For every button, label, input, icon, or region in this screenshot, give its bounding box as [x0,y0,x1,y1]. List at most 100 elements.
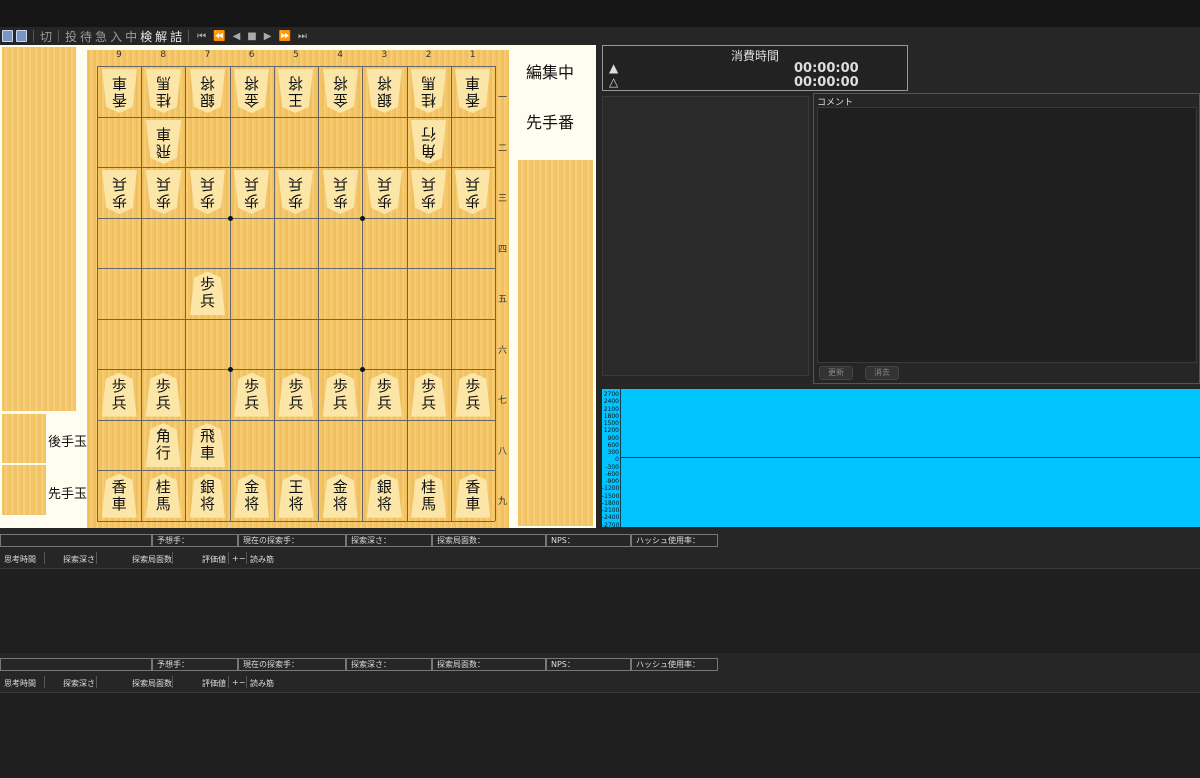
board-square[interactable]: 金将 [318,66,362,117]
save-file-icon[interactable] [2,30,13,42]
sente-piece[interactable]: 王将 [278,473,314,518]
board-square[interactable]: 王将 [274,470,318,521]
board-square[interactable]: 歩兵 [318,369,362,420]
gote-piece[interactable]: 歩兵 [190,170,225,214]
board-square[interactable]: 王将 [274,66,318,117]
next-move-icon[interactable]: ▶ [264,31,272,42]
analyze-button[interactable]: 検 [140,28,152,45]
board-square[interactable]: 金将 [318,470,362,521]
board-square[interactable]: 歩兵 [407,167,451,218]
board-square[interactable]: 歩兵 [97,369,141,420]
interrupt-button[interactable]: 中 [125,28,137,45]
engine-column-header[interactable]: 探索局面数 [132,554,172,565]
gote-piece[interactable]: 歩兵 [146,170,181,214]
board-square[interactable]: 歩兵 [230,369,274,420]
gote-piece[interactable]: 銀将 [190,69,225,113]
engine-column-header[interactable]: +− [232,678,245,687]
sente-piece[interactable]: 角行 [145,423,181,468]
board-square[interactable]: 香車 [451,66,495,117]
board-square[interactable]: 角行 [407,117,451,168]
board-square[interactable]: 飛車 [141,117,185,168]
gote-hand-stand[interactable] [2,47,76,411]
gote-piece[interactable]: 金将 [323,69,358,113]
board-square[interactable]: 銀将 [362,66,406,117]
sente-piece[interactable]: 歩兵 [101,372,137,417]
gote-piece[interactable]: 桂馬 [411,69,446,113]
gote-piece[interactable]: 歩兵 [455,170,490,214]
board-square[interactable]: 角行 [141,420,185,471]
sente-piece[interactable]: 桂馬 [411,473,447,518]
engine-column-header[interactable]: +− [232,554,245,563]
engine-output-list[interactable] [0,693,1200,777]
sente-piece[interactable]: 桂馬 [145,473,181,518]
board-square[interactable]: 歩兵 [141,167,185,218]
solve-button[interactable]: 解 [155,28,167,45]
sente-piece[interactable]: 歩兵 [234,372,270,417]
board-square[interactable]: 香車 [97,66,141,117]
last-move-icon[interactable]: ⏭ [298,31,307,42]
enter-button[interactable]: 入 [110,28,122,45]
engine-column-header[interactable]: 探索局面数 [132,678,172,689]
board-square[interactable]: 歩兵 [230,167,274,218]
gote-piece[interactable]: 金将 [234,69,269,113]
sente-piece[interactable]: 歩兵 [145,372,181,417]
sente-piece[interactable]: 香車 [455,473,491,518]
update-button[interactable]: 更新 [819,366,853,380]
board-square[interactable]: 歩兵 [97,167,141,218]
board-square[interactable]: 歩兵 [407,369,451,420]
board-square[interactable]: 歩兵 [451,369,495,420]
board-square[interactable]: 歩兵 [451,167,495,218]
board-square[interactable]: 歩兵 [362,167,406,218]
undo-button[interactable]: 待 [80,28,92,45]
board-square[interactable]: 歩兵 [362,369,406,420]
sente-piece[interactable]: 銀将 [190,473,226,518]
previous-move-icon[interactable]: ◀ [233,31,241,42]
engine-column-header[interactable]: 評価値 [202,554,226,565]
sente-piece[interactable]: 歩兵 [278,372,314,417]
comment-textarea[interactable] [817,107,1197,363]
sente-piece[interactable]: 歩兵 [411,372,447,417]
engine-column-header[interactable]: 読み筋 [250,554,274,565]
delete-button[interactable]: 消去 [865,366,899,380]
board-square[interactable]: 桂馬 [141,470,185,521]
gote-piece[interactable]: 角行 [411,120,446,164]
gote-piece[interactable]: 歩兵 [323,170,358,214]
sente-piece[interactable]: 香車 [101,473,137,518]
gote-piece[interactable]: 銀将 [367,69,402,113]
gote-piece[interactable]: 桂馬 [146,69,181,113]
sente-piece[interactable]: 飛車 [190,423,226,468]
sente-piece[interactable]: 金将 [234,473,270,518]
board-square[interactable]: 桂馬 [407,66,451,117]
gote-piece[interactable]: 王将 [278,69,313,113]
cut-button[interactable]: 切 [40,28,52,45]
gote-piece[interactable]: 歩兵 [367,170,402,214]
engine-output-list[interactable] [0,569,1200,653]
forward-10-icon[interactable]: ⏩ [278,31,290,42]
move-list[interactable] [602,96,809,376]
board-square[interactable]: 香車 [451,470,495,521]
board-square[interactable]: 歩兵 [274,369,318,420]
first-move-icon[interactable]: ⏮ [197,31,206,42]
board-square[interactable]: 香車 [97,470,141,521]
gote-piece[interactable]: 歩兵 [411,170,446,214]
board-square[interactable]: 歩兵 [141,369,185,420]
board-square[interactable]: 桂馬 [407,470,451,521]
gote-piece[interactable]: 歩兵 [102,170,137,214]
sente-piece[interactable]: 歩兵 [366,372,402,417]
engine-column-header[interactable]: 評価値 [202,678,226,689]
sente-piece[interactable]: 銀将 [366,473,402,518]
engine-column-header[interactable]: 思考時間 [4,554,36,565]
engine-column-header[interactable]: 読み筋 [250,678,274,689]
board-square[interactable]: 金将 [230,66,274,117]
back-10-icon[interactable]: ⏪ [213,31,225,42]
board-square[interactable]: 銀将 [185,66,229,117]
gote-piece[interactable]: 飛車 [146,120,181,164]
shogi-board[interactable]: 987654321 一二三四五六七八九 香車桂馬銀将金将王将金将銀将桂馬香車飛車… [87,50,509,528]
resign-button[interactable]: 投 [65,28,77,45]
board-square[interactable]: 銀将 [185,470,229,521]
gote-piece[interactable]: 香車 [455,69,490,113]
board-square[interactable]: 金将 [230,470,274,521]
gote-piece[interactable]: 歩兵 [278,170,313,214]
sente-piece[interactable]: 歩兵 [190,271,226,316]
sente-piece[interactable]: 歩兵 [322,372,358,417]
